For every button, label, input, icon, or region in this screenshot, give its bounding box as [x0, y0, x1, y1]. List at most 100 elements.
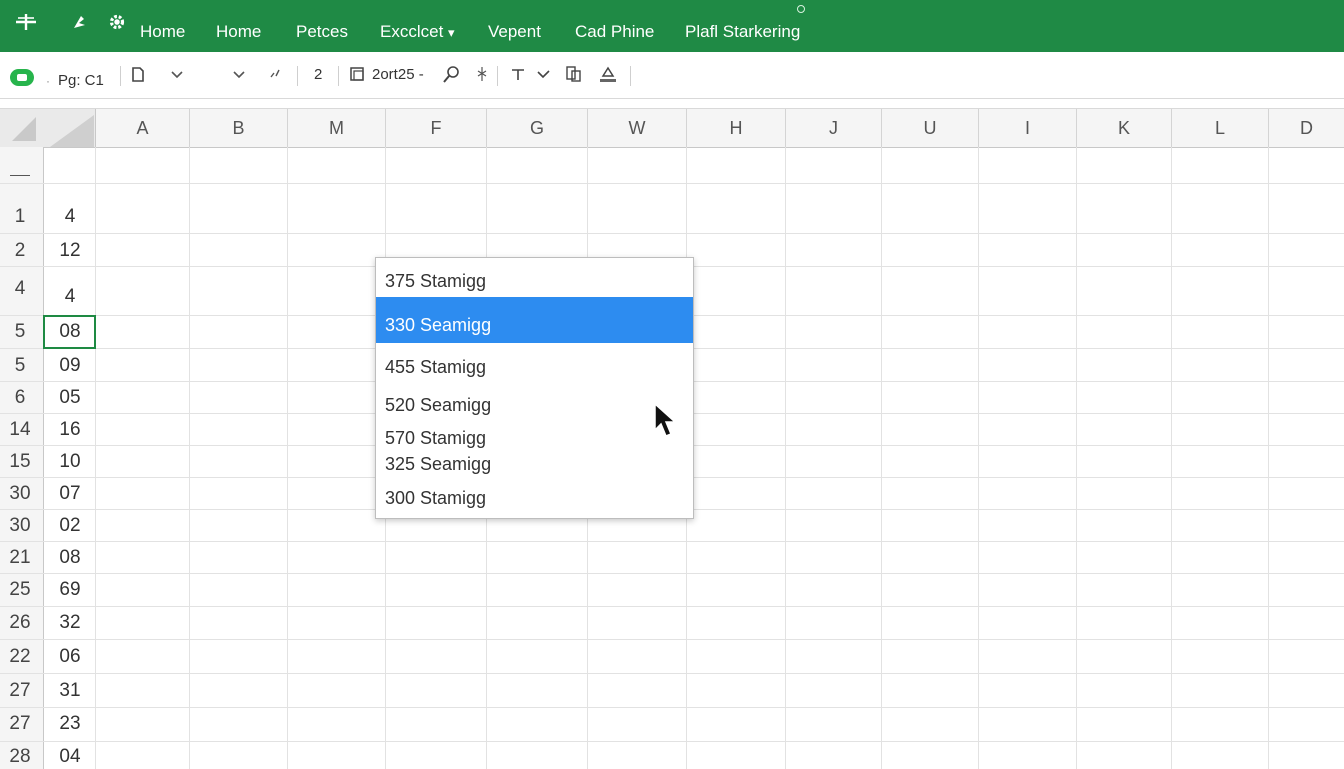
grid-line — [0, 673, 1344, 674]
row-number[interactable]: 27 — [0, 713, 40, 735]
grid-line — [881, 147, 882, 769]
table-cell[interactable]: 08 — [44, 547, 96, 569]
tick-icon[interactable] — [268, 64, 284, 91]
table-cell[interactable]: 04 — [44, 746, 96, 768]
table-cell[interactable]: 10 — [44, 451, 96, 473]
pin-icon[interactable] — [70, 10, 90, 40]
grid-line — [1268, 147, 1269, 769]
row-number[interactable]: 5 — [0, 355, 40, 377]
brush-icon[interactable] — [474, 64, 490, 91]
menu-home-2[interactable]: Home — [216, 20, 261, 44]
dropdown-item[interactable]: 570 Stamigg — [376, 424, 693, 450]
chevron-down-icon[interactable] — [170, 64, 184, 91]
chevron-down-icon: ▾ — [448, 25, 455, 40]
column-header[interactable]: G — [487, 109, 588, 147]
number-field[interactable]: 2 — [314, 64, 322, 86]
mouse-cursor-icon — [654, 402, 677, 437]
dropdown-item[interactable]: 455 Stamigg — [376, 347, 693, 385]
grid-line — [785, 147, 786, 769]
row-number[interactable]: 30 — [0, 515, 40, 537]
app-ribbon: Home Home Petces Excclcet ▾ Vepent Cad P… — [0, 0, 1344, 52]
menu-petces[interactable]: Petces — [296, 20, 348, 44]
column-header[interactable]: B — [190, 109, 288, 147]
table-cell[interactable]: 31 — [44, 680, 96, 702]
collapse-dash-icon[interactable] — [10, 175, 30, 176]
corner-triangle-icon — [50, 115, 94, 147]
grid-line — [0, 183, 1344, 184]
table-cell[interactable]: 4 — [44, 286, 96, 308]
grid-line — [0, 606, 1344, 607]
row-number[interactable]: 22 — [0, 646, 40, 668]
column-header[interactable]: U — [882, 109, 979, 147]
search-icon[interactable] — [442, 64, 462, 91]
column-header[interactable]: A — [96, 109, 190, 147]
grid-line — [1171, 147, 1172, 769]
row-number[interactable]: 14 — [0, 419, 40, 441]
column-header[interactable]: W — [588, 109, 687, 147]
table-cell[interactable]: 32 — [44, 612, 96, 634]
column-header[interactable]: K — [1077, 109, 1172, 147]
column-header[interactable]: I — [979, 109, 1077, 147]
row-number[interactable]: 27 — [0, 680, 40, 702]
column-header[interactable]: L — [1172, 109, 1269, 147]
table-cell[interactable]: 07 — [44, 483, 96, 505]
fill-icon[interactable] — [598, 64, 618, 91]
clipboard-icon[interactable] — [130, 64, 146, 91]
grid-line — [0, 741, 1344, 742]
grid-line — [189, 147, 190, 769]
text-icon[interactable] — [510, 64, 526, 91]
row-number[interactable]: 30 — [0, 483, 40, 505]
grid-line — [0, 707, 1344, 708]
dropdown-item-selected[interactable]: 330 Seamigg — [376, 297, 693, 343]
active-cell[interactable]: 08 — [44, 321, 96, 343]
table-cell[interactable]: 02 — [44, 515, 96, 537]
copy-icon[interactable] — [564, 64, 584, 91]
check-icon[interactable] — [536, 64, 552, 91]
row-number[interactable]: 2 — [0, 240, 40, 262]
toolbar-divider — [497, 66, 498, 86]
gear-icon[interactable] — [106, 10, 128, 40]
column-header[interactable]: D — [1269, 109, 1344, 147]
row-number[interactable]: 21 — [0, 547, 40, 569]
separator-dot: · — [46, 74, 50, 88]
dropdown-item[interactable]: 375 Stamigg — [376, 258, 693, 296]
select-all-corner[interactable] — [0, 109, 96, 147]
grid-line — [0, 573, 1344, 574]
table-cell[interactable]: 16 — [44, 419, 96, 441]
row-number[interactable]: 26 — [0, 612, 40, 634]
grid-plus-icon[interactable] — [14, 10, 38, 40]
format-icon[interactable] — [348, 64, 368, 91]
row-number[interactable]: 6 — [0, 387, 40, 409]
menu-vepent[interactable]: Vepent — [488, 20, 541, 44]
row-number[interactable]: 15 — [0, 451, 40, 473]
row-number[interactable]: 1 — [0, 206, 40, 228]
column-header[interactable]: M — [288, 109, 386, 147]
table-cell[interactable]: 23 — [44, 713, 96, 735]
row-number[interactable]: 28 — [0, 746, 40, 768]
toolbar-divider — [630, 66, 631, 86]
cell-reference[interactable]: Pg: C1 — [58, 70, 104, 92]
column-header[interactable]: J — [786, 109, 882, 147]
menu-home[interactable]: Home — [140, 20, 185, 44]
menu-plafl-starkering[interactable]: Plafl Starkering — [685, 20, 800, 44]
column-header[interactable]: H — [687, 109, 786, 147]
table-cell[interactable]: 05 — [44, 387, 96, 409]
font-size-field[interactable]: 2ort25 - — [372, 64, 424, 86]
table-cell[interactable]: 4 — [44, 206, 96, 228]
menu-excclcet[interactable]: Excclcet ▾ — [380, 20, 455, 45]
chat-icon[interactable] — [10, 69, 34, 86]
dropdown-arrow-icon[interactable] — [232, 64, 246, 91]
table-cell[interactable]: 09 — [44, 355, 96, 377]
table-cell[interactable]: 12 — [44, 240, 96, 262]
dropdown-item[interactable]: 325 Seamigg — [376, 450, 693, 476]
menu-cad-phine[interactable]: Cad Phine — [575, 20, 654, 44]
dropdown-item[interactable]: 300 Stamigg — [376, 482, 693, 514]
table-cell[interactable]: 69 — [44, 579, 96, 601]
row-number[interactable]: 25 — [0, 579, 40, 601]
row-number[interactable]: 5 — [0, 321, 40, 343]
dropdown-item[interactable]: 520 Seamigg — [376, 388, 693, 418]
row-number[interactable]: 4 — [0, 278, 40, 300]
grid-line — [0, 541, 1344, 542]
column-header[interactable]: F — [386, 109, 487, 147]
table-cell[interactable]: 06 — [44, 646, 96, 668]
